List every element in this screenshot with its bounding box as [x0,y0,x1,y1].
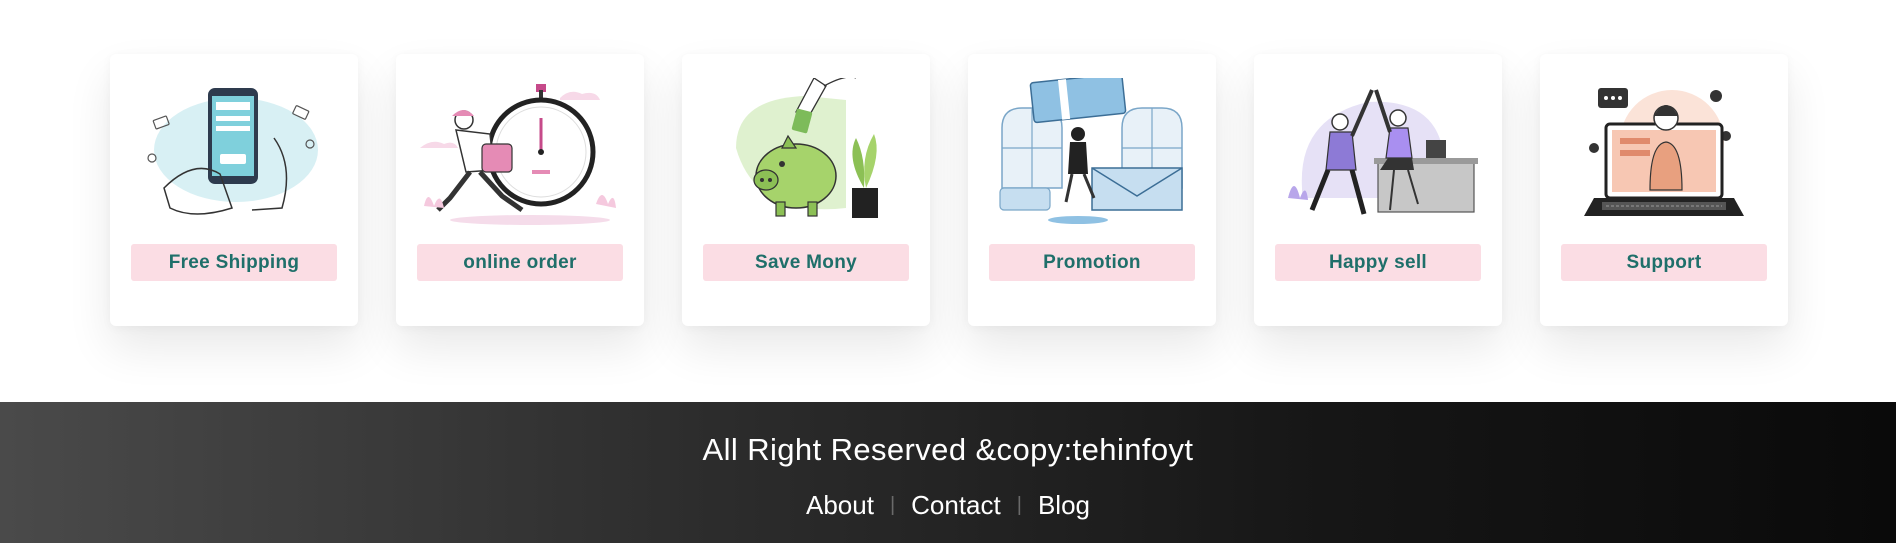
features-row: Free Shipping online order Save Mony Pro… [110,54,1788,326]
footer-nav: About | Contact | Blog [0,490,1896,521]
high-five-illustration [1268,78,1488,228]
feature-card-happy-sell: Happy sell [1254,54,1502,326]
feature-card-free-shipping: Free Shipping [110,54,358,326]
copyright-text: All Right Reserved &copy:tehinfoyt [702,432,1194,467]
footer-link-contact[interactable]: Contact [895,490,1017,521]
promotion-label[interactable]: Promotion [989,244,1195,281]
footer-link-blog[interactable]: Blog [1022,490,1106,521]
piggy-bank-illustration [696,78,916,228]
save-mony-label[interactable]: Save Mony [703,244,909,281]
payment-phone-illustration [124,78,344,228]
feature-card-promotion: Promotion [968,54,1216,326]
footer-link-about[interactable]: About [790,490,890,521]
support-label[interactable]: Support [1561,244,1767,281]
free-shipping-label[interactable]: Free Shipping [131,244,337,281]
site-footer: All Right Reserved &copy:tehinfoyt About… [0,402,1896,543]
delivery-stopwatch-illustration [410,78,630,228]
feature-card-save-mony: Save Mony [682,54,930,326]
feature-card-online-order: online order [396,54,644,326]
laptop-support-illustration [1554,78,1774,228]
feature-card-support: Support [1540,54,1788,326]
happy-sell-label[interactable]: Happy sell [1275,244,1481,281]
online-order-label[interactable]: online order [417,244,623,281]
gift-card-illustration [982,78,1202,228]
